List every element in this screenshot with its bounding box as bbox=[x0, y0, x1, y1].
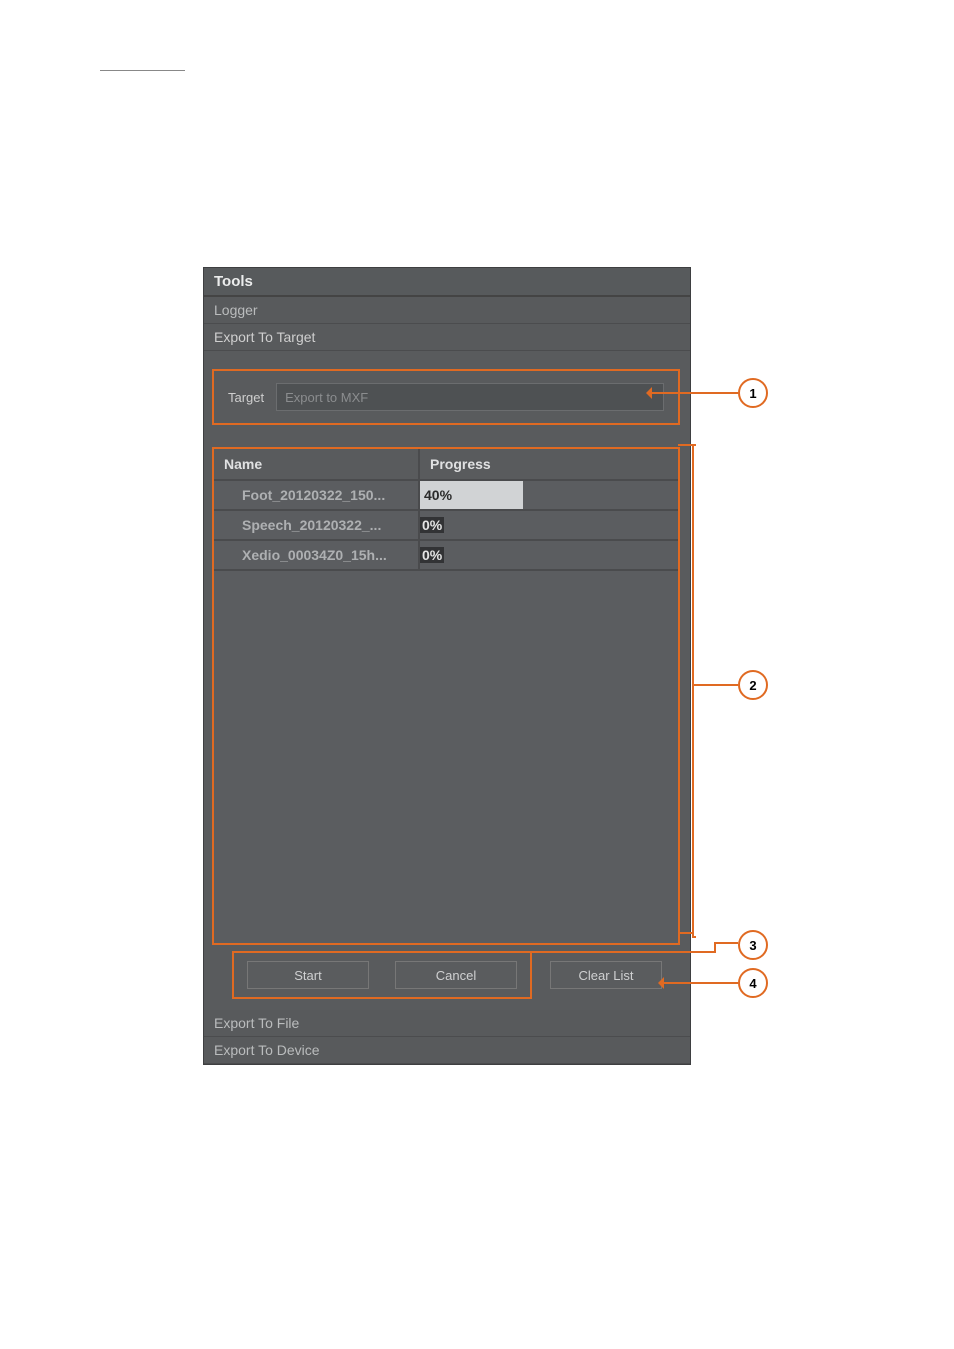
callout-connector-3h2 bbox=[714, 942, 738, 944]
menu-export-device[interactable]: Export To Device bbox=[204, 1037, 690, 1064]
callout-tick-bottom bbox=[678, 932, 692, 934]
target-dropdown[interactable]: Export to MXF bbox=[276, 383, 664, 411]
cancel-button[interactable]: Cancel bbox=[395, 961, 517, 989]
target-callout-box: Target Export to MXF bbox=[212, 369, 680, 425]
action-buttons-callout: Start Cancel bbox=[232, 951, 532, 999]
menu-export-target[interactable]: Export To Target bbox=[204, 324, 690, 351]
table-row[interactable]: Speech_20120322_... 0% bbox=[214, 511, 678, 541]
export-target-content: Target Export to MXF Name Progress Foot_… bbox=[204, 351, 690, 1015]
row-name: Foot_20120322_150... bbox=[214, 481, 420, 509]
callout-arrow-4 bbox=[660, 982, 738, 984]
row-progress: 40% bbox=[420, 481, 678, 509]
export-list-box: Name Progress Foot_20120322_150... 40% S… bbox=[212, 447, 680, 945]
callout-connector-3h bbox=[528, 951, 716, 953]
target-label: Target bbox=[228, 390, 264, 405]
export-list-header: Name Progress bbox=[214, 449, 678, 481]
progress-text: 0% bbox=[420, 517, 444, 533]
panel-title: Tools bbox=[204, 268, 690, 297]
callout-arrow bbox=[648, 392, 738, 394]
target-dropdown-value: Export to MXF bbox=[285, 390, 368, 405]
table-row[interactable]: Foot_20120322_150... 40% bbox=[214, 481, 678, 511]
tools-panel: Tools Logger Export To Target Target Exp… bbox=[203, 267, 691, 1065]
row-name: Speech_20120322_... bbox=[214, 511, 420, 539]
callout-tick-top bbox=[678, 444, 692, 446]
start-button[interactable]: Start bbox=[247, 961, 369, 989]
progress-text: 40% bbox=[420, 487, 452, 503]
column-header-progress[interactable]: Progress bbox=[420, 449, 678, 479]
menu-export-file[interactable]: Export To File bbox=[204, 1010, 690, 1037]
column-header-name[interactable]: Name bbox=[214, 449, 420, 479]
callout-connector bbox=[694, 684, 738, 686]
progress-text: 0% bbox=[420, 547, 444, 563]
callout-number-3: 3 bbox=[738, 930, 768, 960]
row-progress: 0% bbox=[420, 541, 678, 569]
callout-bracket bbox=[692, 444, 696, 938]
callout-number-2: 2 bbox=[738, 670, 768, 700]
table-row[interactable]: Xedio_00034Z0_15h... 0% bbox=[214, 541, 678, 571]
row-name: Xedio_00034Z0_15h... bbox=[214, 541, 420, 569]
menu-logger[interactable]: Logger bbox=[204, 297, 690, 324]
callout-number-4: 4 bbox=[738, 968, 768, 998]
callout-number-1: 1 bbox=[738, 378, 768, 408]
row-progress: 0% bbox=[420, 511, 678, 539]
divider-rule bbox=[100, 70, 185, 71]
collapsed-sections: Export To File Export To Device bbox=[204, 1010, 690, 1064]
clear-list-button[interactable]: Clear List bbox=[550, 961, 662, 989]
